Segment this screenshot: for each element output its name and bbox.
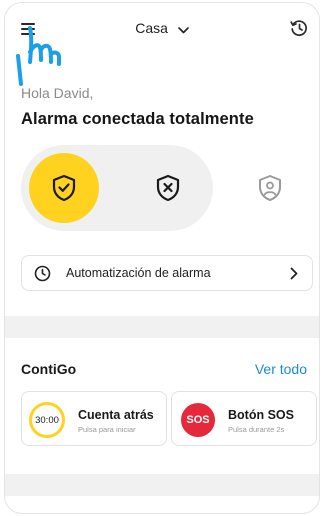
sos-tile[interactable]: SOS Botón SOS Pulsa durante 2s [171,391,317,446]
countdown-tile[interactable]: 30:00 Cuenta atrás Pulsa para iniciar [21,391,167,446]
sos-subtitle: Pulsa durante 2s [228,425,285,434]
timer-icon: 30:00 [29,402,65,438]
contigo-section-title: ContiGo [21,361,77,377]
timer-value: 30:00 [35,414,59,426]
hand-pointer-icon [16,26,61,86]
clock-icon [34,265,51,282]
alarm-status-title: Alarma conectada totalmente [21,110,254,128]
greeting-text: Hola David, [21,85,94,101]
automation-label: Automatización de alarma [66,266,211,280]
sos-badge: SOS [186,414,210,426]
mode-armed-button[interactable] [29,153,99,223]
shield-check-icon [52,174,76,202]
section-divider [5,316,319,338]
mode-disarmed-button[interactable] [133,153,203,223]
sos-icon: SOS [181,403,215,437]
section-divider-bottom [5,474,319,496]
chevron-right-icon [290,267,298,280]
mode-partial-button[interactable] [235,153,305,223]
alarm-automation-card[interactable]: Automatización de alarma [21,255,313,291]
shield-x-icon [156,174,180,202]
location-label: Casa [135,20,168,36]
history-icon[interactable] [289,18,309,38]
countdown-title: Cuenta atrás [78,408,154,422]
shield-person-icon [259,175,281,201]
see-all-link[interactable]: Ver todo [255,361,307,377]
countdown-subtitle: Pulsa para iniciar [78,425,136,434]
sos-title: Botón SOS [228,408,294,422]
chevron-down-icon [177,21,189,37]
